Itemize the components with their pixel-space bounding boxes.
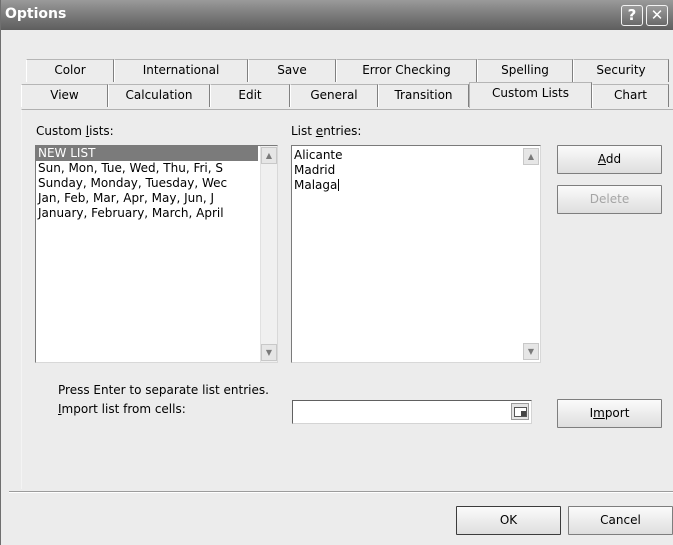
list-item[interactable]: Jan, Feb, Mar, Apr, May, Jun, J: [36, 191, 258, 206]
ok-button[interactable]: OK: [456, 506, 561, 535]
scroll-up-arrow-icon[interactable]: ▲: [261, 147, 277, 164]
tab-color[interactable]: Color: [26, 59, 114, 82]
list-entry-line: Madrid: [294, 163, 336, 177]
options-dialog: Options ? ✕ Color International Save Err…: [0, 0, 673, 545]
tab-general[interactable]: General: [290, 84, 378, 107]
list-item[interactable]: Sunday, Monday, Tuesday, Wec: [36, 176, 258, 191]
custom-lists-scrollbar[interactable]: ▲ ▼: [260, 146, 277, 362]
list-entry-line: Malaga: [294, 178, 340, 192]
tab-edit[interactable]: Edit: [210, 84, 290, 107]
tab-calculation[interactable]: Calculation: [108, 84, 210, 107]
text-caret: [338, 179, 340, 191]
list-item[interactable]: January, February, March, April: [36, 206, 258, 221]
list-entries-textarea[interactable]: Alicante Madrid Malaga ▲ ▼: [291, 145, 541, 363]
tab-view[interactable]: View: [21, 84, 108, 107]
list-item[interactable]: NEW LIST: [36, 146, 258, 161]
add-button[interactable]: Add: [557, 145, 662, 174]
tab-spelling[interactable]: Spelling: [477, 59, 573, 82]
delete-button[interactable]: Delete: [557, 185, 662, 214]
scroll-up-arrow-icon[interactable]: ▲: [523, 148, 539, 165]
tab-custom-lists[interactable]: Custom Lists: [469, 82, 592, 108]
import-list-label: Import list from cells:: [58, 402, 186, 416]
custom-lists-label: Custom lists:: [36, 124, 114, 138]
help-button[interactable]: ?: [621, 5, 643, 26]
tab-row-front: View Calculation Edit General Transition…: [1, 82, 673, 108]
footer-divider: [9, 491, 673, 493]
list-entries-label: List entries:: [291, 124, 362, 138]
import-button[interactable]: Import: [557, 399, 662, 428]
tab-chart[interactable]: Chart: [592, 84, 669, 107]
collapse-dialog-icon[interactable]: [511, 403, 529, 420]
list-entry-line: Alicante: [294, 148, 343, 162]
tab-error-checking[interactable]: Error Checking: [336, 59, 477, 82]
tab-international[interactable]: International: [114, 59, 248, 82]
list-entries-scrollbar[interactable]: ▲ ▼: [523, 146, 540, 362]
hint-text: Press Enter to separate list entries.: [58, 383, 269, 397]
cancel-button[interactable]: Cancel: [568, 506, 673, 535]
tab-security[interactable]: Security: [573, 59, 669, 82]
import-range-field[interactable]: [292, 400, 532, 424]
tab-row-back: Color International Save Error Checking …: [1, 59, 673, 82]
list-item[interactable]: Sun, Mon, Tue, Wed, Thu, Fri, S: [36, 161, 258, 176]
dialog-title: Options: [5, 6, 67, 22]
scroll-down-arrow-icon[interactable]: ▼: [261, 344, 277, 361]
title-bar[interactable]: Options ? ✕: [1, 0, 673, 30]
tab-transition[interactable]: Transition: [378, 84, 469, 107]
tab-save[interactable]: Save: [248, 59, 336, 82]
scroll-down-arrow-icon[interactable]: ▼: [523, 343, 539, 360]
close-button[interactable]: ✕: [646, 5, 668, 26]
custom-lists-listbox[interactable]: NEW LIST Sun, Mon, Tue, Wed, Thu, Fri, S…: [35, 145, 278, 363]
